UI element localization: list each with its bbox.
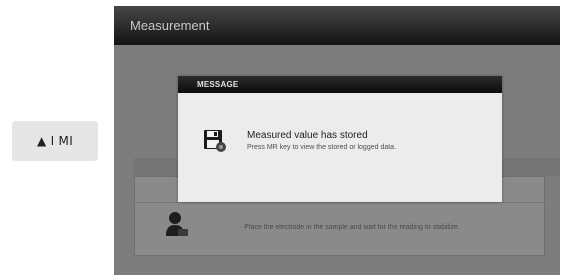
floppy-disk-icon [204, 130, 226, 152]
dialog-message: Measured value has stored [247, 130, 368, 141]
title-bar: Measurement [114, 6, 560, 45]
message-dialog: MESSAGE Measured value has stored Press … [178, 76, 502, 202]
dialog-header: MESSAGE [178, 76, 502, 93]
window-title: Measurement [130, 18, 210, 33]
dialog-detail: Press MR key to view the stored or logge… [247, 144, 397, 151]
person-icon [166, 212, 188, 236]
mi-button[interactable]: ▲ I MI [12, 121, 98, 161]
instruction-text: · Place the electrode in the sample and … [240, 224, 460, 231]
dialog-title: MESSAGE [197, 80, 239, 89]
mi-button-label: ▲ I MI [36, 134, 74, 148]
device-screen: Measurement · Place the electrode in the… [114, 6, 560, 275]
